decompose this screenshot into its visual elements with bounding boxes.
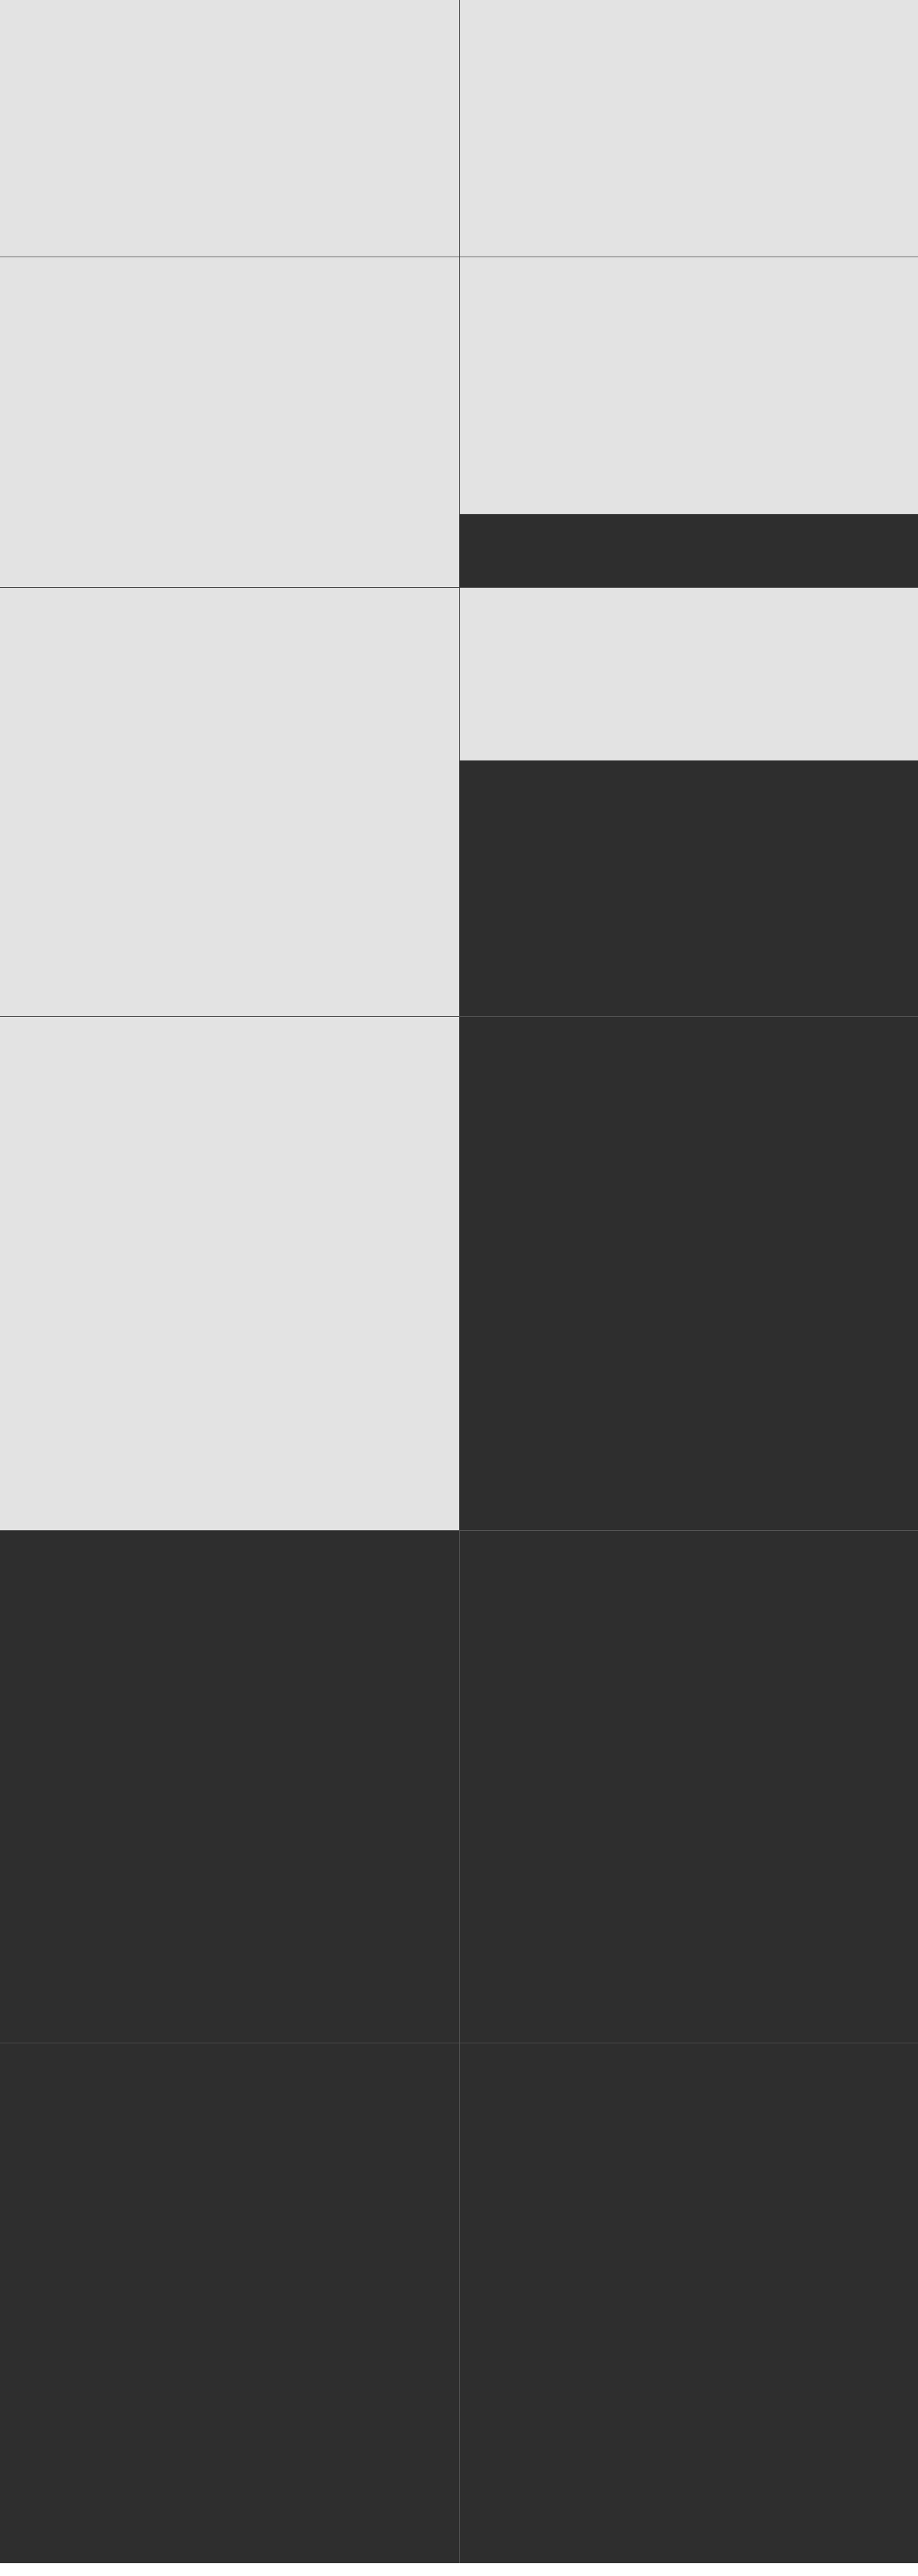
tile-r2-right-bottom[interactable] (459, 514, 918, 587)
tile-r1-right[interactable] (459, 0, 918, 257)
tile-r2-left-tall[interactable] (0, 257, 459, 587)
tile-r5-left[interactable] (0, 1530, 459, 2043)
tile-grid (0, 0, 918, 2563)
tile-r3-right-bottom[interactable] (459, 760, 918, 1016)
tile-r2-right-top[interactable] (459, 257, 918, 514)
tile-r5-right[interactable] (459, 1530, 918, 2043)
tile-r4-right[interactable] (459, 1016, 918, 1530)
tile-r3-right-top[interactable] (459, 587, 918, 760)
tile-r6-right[interactable] (459, 2043, 918, 2563)
tile-r6-left[interactable] (0, 2043, 459, 2563)
tile-r1-left[interactable] (0, 0, 459, 257)
tile-r3-left-tall[interactable] (0, 587, 459, 1016)
tile-r4-left[interactable] (0, 1016, 459, 1530)
